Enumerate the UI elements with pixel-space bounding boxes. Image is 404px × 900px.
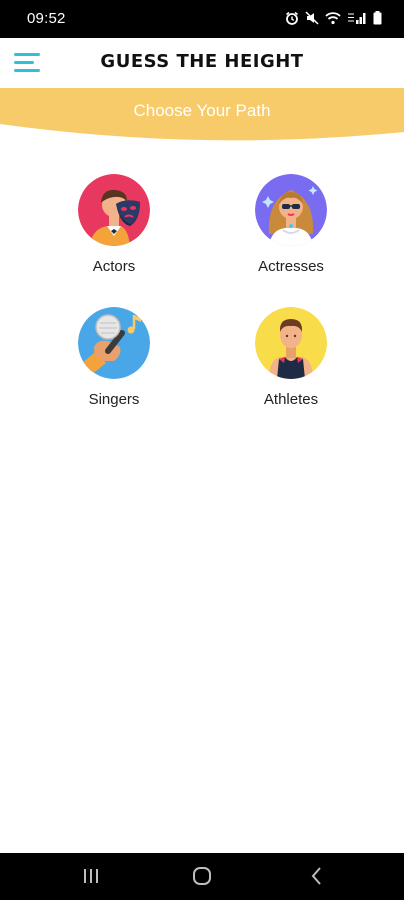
recent-apps-icon[interactable] bbox=[80, 865, 102, 892]
category-actors[interactable]: Actors bbox=[44, 174, 184, 275]
status-icons bbox=[285, 11, 382, 30]
athlete-tank-top-icon bbox=[255, 307, 327, 379]
choose-path-banner: Choose Your Path bbox=[0, 88, 404, 144]
category-label: Athletes bbox=[263, 391, 319, 408]
battery-icon bbox=[373, 11, 382, 30]
category-actresses[interactable]: Actresses bbox=[221, 174, 361, 275]
system-nav-bar bbox=[0, 853, 404, 900]
category-label: Singers bbox=[88, 391, 140, 408]
status-time: 09:52 bbox=[27, 10, 66, 27]
status-bar: 09:52 bbox=[0, 0, 404, 38]
mute-icon bbox=[305, 11, 319, 30]
wifi-icon bbox=[325, 11, 341, 30]
app-bar: GUESS THE HEIGHT bbox=[0, 38, 404, 88]
actress-sunglasses-icon bbox=[255, 174, 327, 246]
actor-theatre-mask-icon bbox=[78, 174, 150, 246]
category-label: Actors bbox=[92, 258, 136, 275]
category-label: Actresses bbox=[258, 258, 324, 275]
alarm-icon bbox=[285, 11, 299, 30]
lte-signal-icon bbox=[347, 11, 367, 30]
microphone-hand-icon bbox=[78, 307, 150, 379]
category-singers[interactable]: Singers bbox=[44, 307, 184, 408]
back-icon[interactable] bbox=[306, 865, 328, 892]
home-icon[interactable] bbox=[191, 865, 213, 892]
banner-text: Choose Your Path bbox=[133, 101, 271, 120]
app-title: GUESS THE HEIGHT bbox=[100, 51, 304, 72]
category-athletes[interactable]: Athletes bbox=[221, 307, 361, 408]
